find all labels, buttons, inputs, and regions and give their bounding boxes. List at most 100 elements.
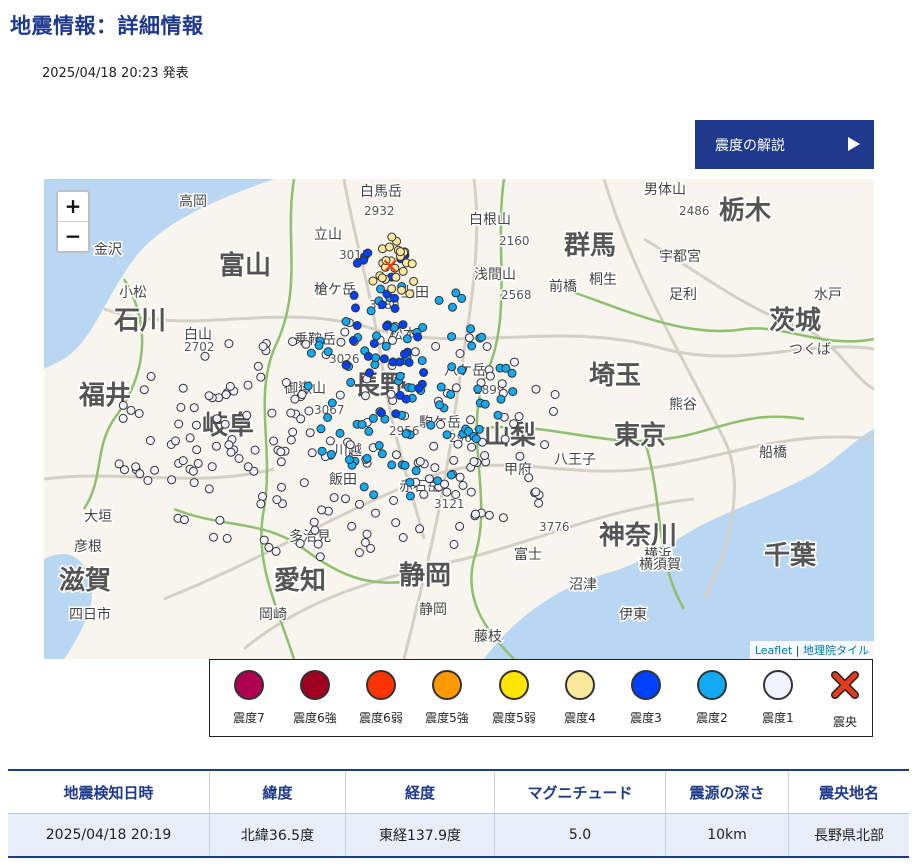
station-marker[interactable] [191, 420, 201, 430]
station-marker[interactable] [207, 462, 217, 472]
station-marker[interactable] [377, 300, 387, 310]
station-marker[interactable] [405, 289, 415, 299]
station-marker[interactable] [143, 476, 153, 485]
station-marker[interactable] [405, 477, 415, 487]
station-marker[interactable] [493, 410, 503, 420]
station-marker[interactable] [436, 420, 446, 429]
station-marker[interactable] [467, 442, 477, 452]
station-marker[interactable] [377, 449, 387, 459]
station-marker[interactable] [303, 381, 313, 391]
station-marker[interactable] [391, 518, 401, 528]
station-marker[interactable] [349, 290, 359, 300]
station-marker[interactable] [398, 266, 408, 276]
station-marker[interactable] [296, 414, 306, 424]
intensity-explanation-button[interactable]: 震度の解説 [695, 120, 874, 169]
station-marker[interactable] [453, 439, 463, 449]
station-marker[interactable] [419, 368, 429, 377]
station-marker[interactable] [509, 419, 519, 429]
station-marker[interactable] [531, 384, 541, 394]
earthquake-map[interactable]: 富山石川福井岐阜長野山梨静岡愛知群馬栃木埼玉茨城東京神奈川千葉滋賀高岡金沢小松白… [44, 179, 874, 659]
station-marker[interactable] [400, 349, 409, 359]
station-marker[interactable] [398, 533, 408, 542]
station-marker[interactable] [363, 351, 373, 361]
station-marker[interactable] [455, 521, 465, 531]
station-marker[interactable] [464, 333, 474, 343]
station-marker[interactable] [193, 458, 203, 468]
station-marker[interactable] [365, 368, 374, 378]
station-marker[interactable] [477, 332, 487, 342]
station-marker[interactable] [497, 379, 507, 389]
station-marker[interactable] [390, 304, 400, 313]
station-marker[interactable] [269, 436, 279, 446]
station-marker[interactable] [469, 457, 479, 467]
station-marker[interactable] [304, 406, 314, 416]
station-marker[interactable] [326, 449, 336, 459]
station-marker[interactable] [447, 362, 457, 372]
station-marker[interactable] [305, 428, 315, 438]
station-marker[interactable] [345, 440, 355, 450]
station-marker[interactable] [371, 508, 380, 518]
station-marker[interactable] [335, 428, 345, 438]
station-marker[interactable] [389, 496, 399, 505]
station-marker[interactable] [471, 434, 481, 444]
station-marker[interactable] [451, 490, 461, 499]
station-marker[interactable] [388, 335, 397, 345]
station-marker[interactable] [405, 491, 415, 501]
station-marker[interactable] [457, 365, 467, 375]
station-marker[interactable] [424, 474, 434, 484]
station-marker[interactable] [436, 382, 446, 392]
station-marker[interactable] [466, 415, 475, 425]
station-marker[interactable] [435, 400, 444, 410]
station-marker[interactable] [259, 535, 269, 545]
station-marker[interactable] [341, 360, 351, 370]
station-marker[interactable] [455, 472, 465, 482]
station-marker[interactable] [220, 419, 230, 429]
station-marker[interactable] [234, 454, 244, 463]
station-marker[interactable] [458, 480, 468, 490]
station-marker[interactable] [317, 505, 327, 515]
station-marker[interactable] [368, 413, 378, 423]
station-marker[interactable] [364, 426, 374, 436]
station-marker[interactable] [368, 276, 378, 286]
station-marker[interactable] [419, 489, 429, 499]
station-marker[interactable] [390, 293, 400, 303]
station-marker[interactable] [258, 492, 267, 501]
station-marker[interactable] [325, 436, 335, 446]
station-marker[interactable] [415, 457, 425, 466]
station-marker[interactable] [402, 334, 412, 344]
station-marker[interactable] [387, 284, 397, 294]
station-marker[interactable] [271, 546, 281, 556]
station-marker[interactable] [256, 499, 266, 509]
station-marker[interactable] [379, 354, 389, 364]
station-marker[interactable] [374, 441, 384, 450]
station-marker[interactable] [188, 466, 198, 476]
station-marker[interactable] [355, 548, 364, 557]
station-marker[interactable] [118, 400, 128, 410]
station-marker[interactable] [189, 478, 199, 488]
station-marker[interactable] [395, 371, 405, 381]
station-marker[interactable] [344, 455, 354, 465]
station-marker[interactable] [446, 389, 456, 399]
station-marker[interactable] [114, 459, 124, 469]
station-marker[interactable] [250, 445, 260, 455]
station-marker[interactable] [306, 348, 316, 358]
station-marker[interactable] [508, 387, 518, 397]
station-marker[interactable] [146, 371, 156, 381]
station-marker[interactable] [411, 466, 421, 476]
station-marker[interactable] [301, 339, 311, 349]
station-marker[interactable] [401, 394, 411, 404]
station-marker[interactable] [313, 539, 323, 549]
station-marker[interactable] [451, 383, 461, 393]
station-marker[interactable] [369, 490, 379, 500]
station-marker[interactable] [484, 510, 494, 520]
station-marker[interactable] [455, 349, 465, 358]
station-marker[interactable] [524, 473, 534, 483]
station-marker[interactable] [407, 259, 417, 269]
station-marker[interactable] [431, 341, 441, 351]
station-marker[interactable] [359, 482, 369, 492]
station-marker[interactable] [398, 320, 408, 330]
station-marker[interactable] [224, 440, 234, 450]
station-marker[interactable] [224, 339, 234, 349]
station-marker[interactable] [212, 414, 222, 424]
station-marker[interactable] [372, 331, 381, 341]
